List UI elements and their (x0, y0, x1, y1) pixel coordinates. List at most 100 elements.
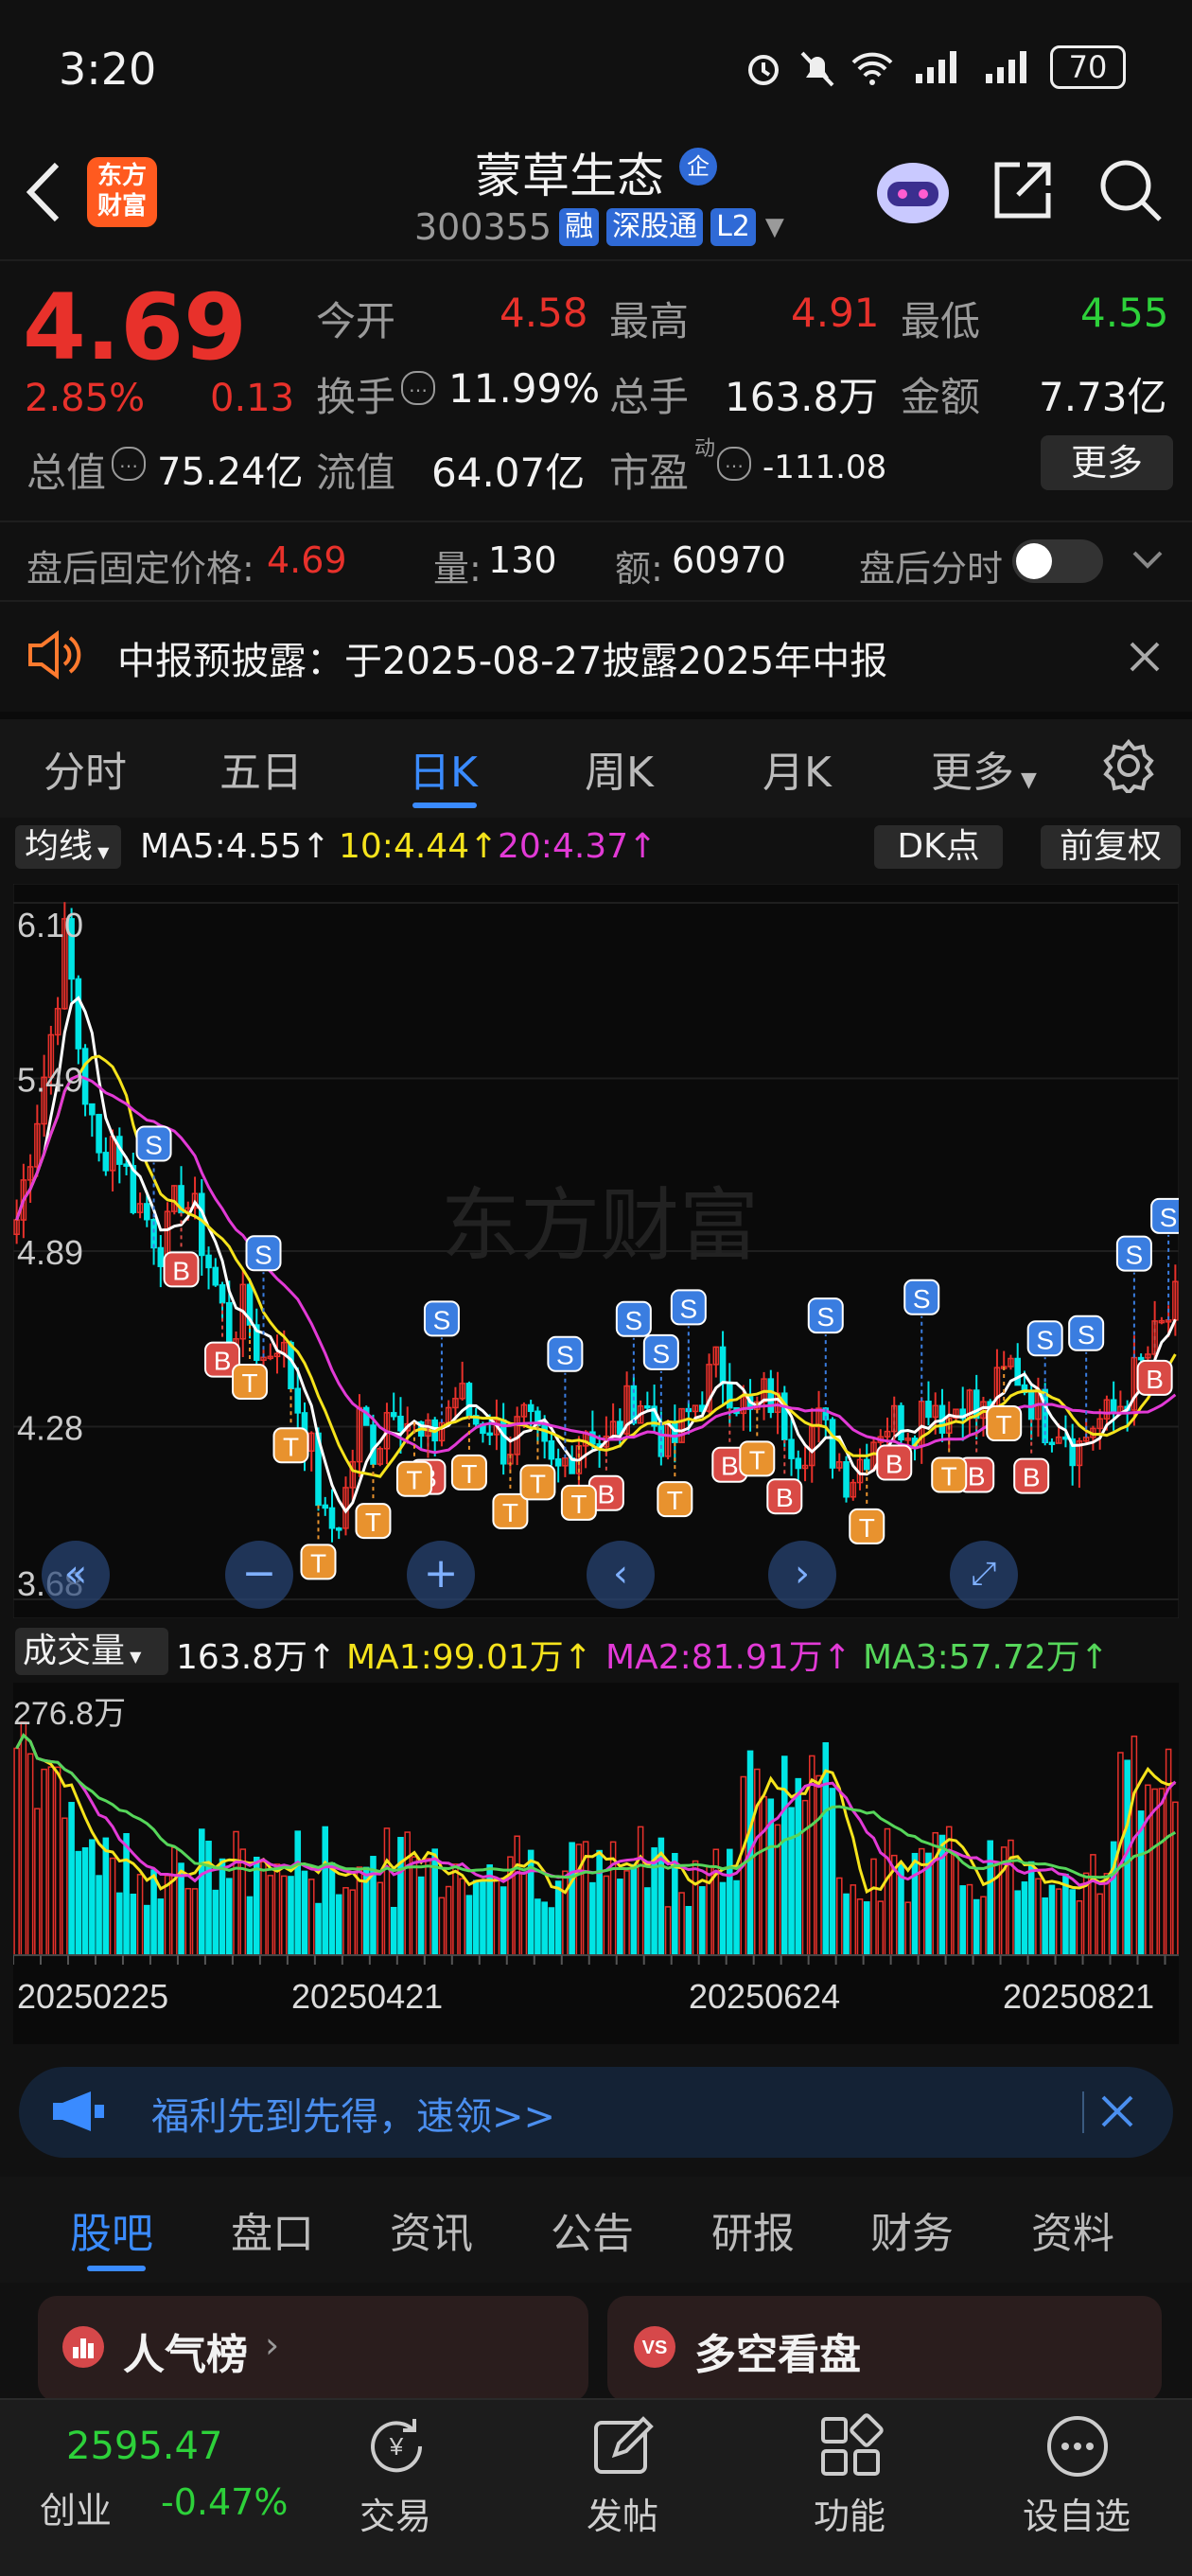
volume-chart[interactable]: 276.8万 20250225 20250421 20250624 202508… (13, 1683, 1179, 2044)
tab-guba[interactable]: 股吧 (70, 2199, 153, 2260)
tab-profile[interactable]: 资料 (1031, 2199, 1114, 2260)
gear-icon[interactable] (1101, 738, 1156, 793)
index-name[interactable]: 创业 (40, 2481, 112, 2533)
volume-bar (150, 1869, 157, 1956)
robot-assistant-icon[interactable] (870, 153, 955, 229)
tab-timeshare[interactable]: 分时 (44, 738, 127, 799)
index-change[interactable]: -0.47% (161, 2481, 288, 2523)
candle-body (157, 1246, 165, 1267)
candle-body (644, 1404, 651, 1409)
more-dots-icon[interactable] (1044, 2413, 1111, 2479)
volume-bar (596, 1849, 603, 1956)
tab-weekly-k[interactable]: 周K (585, 738, 654, 799)
index-value[interactable]: 2595.47 (66, 2425, 222, 2468)
volume-bar (294, 1830, 302, 1956)
float-label: 流值 (316, 450, 396, 496)
signal-letter: S (913, 1284, 931, 1314)
info-icon[interactable]: … (112, 447, 146, 481)
price-tick-label: 6.10 (17, 906, 83, 944)
tab-pankou[interactable]: 盘口 (231, 2199, 314, 2260)
tab-research[interactable]: 研报 (711, 2199, 795, 2260)
scroll-back-button[interactable]: ‹ (587, 1541, 655, 1609)
grid-icon[interactable] (817, 2413, 884, 2479)
signal-letter: T (859, 1513, 875, 1543)
date-label: 20250821 (1003, 1977, 1154, 2016)
tag-margin: 融 (559, 208, 600, 246)
tab-daily-k[interactable]: 日K (409, 738, 478, 799)
volume-bar (68, 1802, 75, 1956)
card-title-popularity: 人气榜 (123, 2331, 248, 2379)
after-hours-toggle[interactable] (1012, 539, 1103, 583)
scroll-forward-button[interactable]: › (768, 1541, 836, 1609)
tab-monthly-k[interactable]: 月K (763, 738, 832, 799)
volume-bar (829, 1788, 836, 1956)
candle-body (390, 1412, 397, 1418)
candlestick-chart[interactable]: 东方财富 SSSSSSSSSSSSSBBBBBBBBBBTTTTTTTTTTTT… (13, 884, 1179, 1618)
tab-finance[interactable]: 财务 (870, 2199, 954, 2260)
tab-more[interactable]: 更多 ▼ (931, 738, 1037, 799)
chevron-down-icon[interactable] (1131, 549, 1164, 570)
info-icon[interactable]: … (401, 371, 435, 405)
candle-body (486, 1432, 493, 1437)
tag-level2: L2 (710, 208, 756, 246)
signal-letter: S (1160, 1203, 1178, 1232)
adjust-button[interactable]: 前复权 (1041, 825, 1181, 869)
volume-bar (863, 1901, 870, 1956)
vs-icon: VS (632, 2324, 677, 2370)
nav-post[interactable]: 发帖 (547, 2487, 698, 2539)
volume-value: 163.8万 (725, 374, 879, 420)
dk-points-button[interactable]: DK点 (874, 825, 1003, 869)
candle-body (335, 1527, 342, 1531)
after-hours-timeshare-label: 盘后分时 (859, 548, 1004, 590)
volume-bar (788, 1807, 795, 1956)
open-value: 4.58 (500, 290, 588, 336)
volume-bar (431, 1848, 438, 1956)
tab-announcements[interactable]: 公告 (551, 2199, 634, 2260)
nav-functions[interactable]: 功能 (774, 2487, 925, 2539)
ranking-icon (61, 2324, 106, 2370)
volume-bar (699, 1886, 706, 1956)
zoom-out-button[interactable]: − (225, 1541, 293, 1609)
notice-text[interactable]: 中报预披露：于2025-08-27披露2025年中报 (117, 630, 887, 685)
stock-subtitle[interactable]: 300355 融 深股通 L2 ▼ (414, 206, 784, 248)
search-icon[interactable] (1097, 157, 1164, 223)
volume-bar (1021, 1881, 1028, 1956)
volume-bar (144, 1904, 150, 1956)
tab-news[interactable]: 资讯 (390, 2199, 473, 2260)
share-icon[interactable] (991, 159, 1054, 221)
zoom-in-button[interactable]: + (407, 1541, 475, 1609)
info-icon[interactable]: … (717, 447, 751, 481)
signal-letter: S (433, 1305, 451, 1334)
nav-customize[interactable]: 设自选 (1001, 2487, 1152, 2539)
volume-selector[interactable]: 成交量 ▼ (15, 1628, 168, 1675)
close-icon[interactable] (1099, 2093, 1135, 2129)
fullscreen-button[interactable]: ⤢ (950, 1541, 1018, 1609)
bull-bear-card[interactable] (607, 2296, 1162, 2402)
close-icon[interactable] (1128, 640, 1162, 674)
ma-selector[interactable]: 均线 ▼ (15, 825, 121, 869)
change-pct: 2.85% (25, 377, 146, 420)
pe-label: 市盈 (609, 450, 690, 496)
scroll-left-button[interactable]: « (42, 1541, 110, 1609)
ma10-label: 10:4.44↑ (339, 827, 499, 866)
signal-letter: B (721, 1452, 739, 1481)
edit-icon[interactable] (590, 2413, 657, 2479)
promo-text[interactable]: 福利先到先得，速领>> (151, 2086, 555, 2141)
back-icon[interactable] (25, 161, 62, 223)
wifi-icon (850, 47, 895, 89)
trade-icon[interactable]: ¥ (363, 2413, 429, 2479)
low-value: 4.55 (1080, 290, 1169, 336)
candle-body (767, 1378, 775, 1414)
stock-name: 蒙草生态 (475, 149, 664, 203)
change-value: 0.13 (210, 377, 295, 420)
more-button[interactable]: 更多 (1041, 435, 1173, 490)
nav-trade[interactable]: 交易 (320, 2487, 471, 2539)
float-value: 64.07亿 (431, 450, 586, 496)
tab-five-day[interactable]: 五日 (219, 738, 303, 799)
volume-bar (938, 1834, 946, 1956)
candle-body (205, 1254, 212, 1269)
signal-letter: T (365, 1508, 381, 1537)
candle-body (75, 978, 82, 1050)
signal-letter: T (570, 1490, 587, 1519)
popularity-card[interactable] (38, 2296, 588, 2402)
